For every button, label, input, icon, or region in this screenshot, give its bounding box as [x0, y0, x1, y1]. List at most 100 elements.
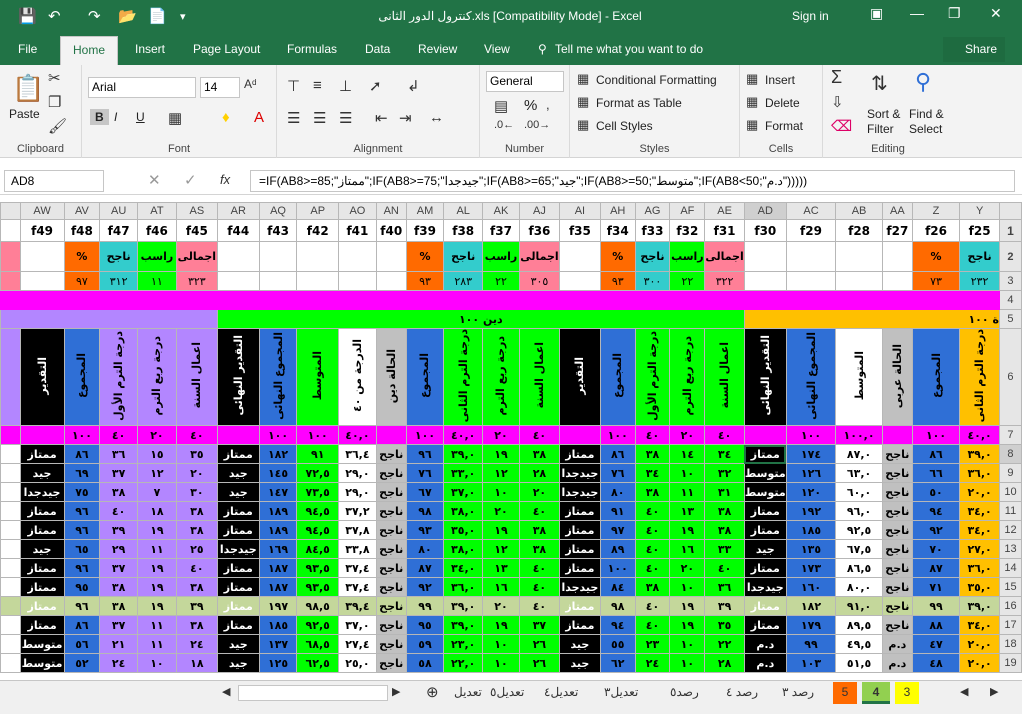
column-title-cell[interactable]: اعمال السنة: [704, 327, 745, 427]
edge-cell[interactable]: [0, 520, 21, 541]
format-painter-icon[interactable]: 🖌: [48, 117, 67, 135]
data-cell[interactable]: ناجح: [881, 558, 913, 579]
edge-cell[interactable]: [0, 577, 21, 598]
separator-cell[interactable]: [375, 290, 407, 310]
data-cell[interactable]: ٢٧,٠: [959, 539, 1000, 560]
data-cell[interactable]: ٧٥: [63, 482, 101, 503]
column-title-cell[interactable]: التقدير: [558, 327, 601, 427]
empty-cell[interactable]: [19, 271, 65, 291]
field-name-cell[interactable]: f45: [175, 219, 218, 242]
sheet-tab-edit3[interactable]: تعديل٣: [598, 682, 644, 704]
data-cell[interactable]: ٣٩: [175, 596, 218, 617]
data-cell[interactable]: ١٩: [482, 520, 520, 541]
data-cell[interactable]: ناجح: [375, 558, 407, 579]
data-cell[interactable]: ٣٦: [99, 444, 138, 465]
data-cell[interactable]: ممتاز: [216, 577, 260, 598]
data-cell[interactable]: متوسط: [19, 634, 65, 655]
sheet-tab-edit[interactable]: تعديل: [448, 682, 488, 704]
sign-in-link[interactable]: Sign in: [792, 9, 829, 23]
align-middle-icon[interactable]: ≡: [313, 77, 322, 94]
data-cell[interactable]: ٣١: [704, 482, 745, 503]
data-cell[interactable]: ١٢٦: [785, 463, 837, 484]
empty-cell[interactable]: [835, 271, 883, 291]
data-cell[interactable]: ٥٨: [405, 653, 445, 674]
column-header[interactable]: AI: [558, 202, 601, 220]
data-cell[interactable]: ٢٧,٤: [338, 634, 377, 655]
subject-purple-cell[interactable]: [0, 309, 218, 329]
summary-edge-cell[interactable]: [0, 241, 21, 272]
edge-cell[interactable]: [0, 634, 21, 655]
sheet-tab-edit5[interactable]: تعديل٥: [484, 682, 530, 704]
max-mark-empty[interactable]: [558, 425, 601, 446]
data-cell[interactable]: ناجح: [881, 577, 913, 598]
max-mark-empty[interactable]: [0, 425, 21, 446]
data-cell[interactable]: ١٣٧: [258, 634, 298, 655]
data-cell[interactable]: ٢٣,٠: [443, 634, 484, 655]
column-header[interactable]: AK: [482, 202, 520, 220]
data-cell[interactable]: ٣٣,٠: [443, 463, 484, 484]
max-mark-cell[interactable]: ١٠٠: [296, 425, 340, 446]
summary-label-cell[interactable]: اجمالى: [518, 241, 560, 272]
data-cell[interactable]: ٢٩: [99, 539, 138, 560]
align-bottom-icon[interactable]: ⊥: [339, 77, 352, 95]
align-center-icon[interactable]: ☰: [313, 109, 326, 127]
column-header[interactable]: AC: [785, 202, 837, 220]
empty-cell[interactable]: [338, 241, 377, 272]
max-mark-cell[interactable]: ٤٠,٠: [443, 425, 484, 446]
summary-count-cell[interactable]: ٧٣: [911, 271, 961, 291]
max-mark-empty[interactable]: [743, 425, 787, 446]
scroll-right-icon[interactable]: ▶: [392, 685, 400, 698]
column-header[interactable]: AF: [669, 202, 706, 220]
column-title-cell[interactable]: درجة الترم الثانى: [959, 327, 1000, 427]
data-cell[interactable]: ١٩: [136, 520, 177, 541]
data-cell[interactable]: ٤٠: [634, 615, 671, 636]
data-cell[interactable]: ممتاز: [743, 520, 787, 541]
insert-function-icon[interactable]: fx: [220, 172, 230, 187]
data-cell[interactable]: ناجح: [375, 577, 407, 598]
data-cell[interactable]: ٢٠: [518, 482, 560, 503]
data-cell[interactable]: د.م: [881, 634, 913, 655]
data-cell[interactable]: ٣٧,٤: [338, 577, 377, 598]
data-cell[interactable]: ناجح: [881, 463, 913, 484]
summary-count-cell[interactable]: ٢٣٢: [959, 271, 1000, 291]
data-cell[interactable]: ٩١,٠: [835, 596, 883, 617]
data-cell[interactable]: ١٩: [136, 596, 177, 617]
data-cell[interactable]: ١٩: [669, 615, 706, 636]
field-name-cell[interactable]: f31: [704, 219, 745, 242]
data-cell[interactable]: ٨٧: [911, 558, 961, 579]
tab-data[interactable]: Data: [365, 42, 390, 56]
field-name-cell[interactable]: f35: [558, 219, 601, 242]
data-cell[interactable]: ١٤: [669, 444, 706, 465]
empty-cell[interactable]: [296, 271, 340, 291]
data-cell[interactable]: ممتاز: [558, 596, 601, 617]
data-cell[interactable]: ٣٦,٠: [959, 558, 1000, 579]
data-cell[interactable]: ٤٠: [634, 520, 671, 541]
data-cell[interactable]: ١٩: [482, 444, 520, 465]
data-cell[interactable]: ٣٥: [704, 615, 745, 636]
data-cell[interactable]: ممتاز: [743, 615, 787, 636]
data-cell[interactable]: ٨٠: [599, 482, 636, 503]
data-cell[interactable]: ١٧٩: [785, 615, 837, 636]
data-cell[interactable]: ٨٦: [911, 444, 961, 465]
tab-view[interactable]: View: [484, 42, 510, 56]
data-cell[interactable]: جيدجدا: [558, 577, 601, 598]
font-name-select[interactable]: Arial: [88, 77, 196, 98]
summary-label-cell[interactable]: %: [63, 241, 101, 272]
max-mark-cell[interactable]: ٤٠: [704, 425, 745, 446]
data-cell[interactable]: ٩٣,٥: [296, 558, 340, 579]
data-cell[interactable]: ٤٩,٥: [835, 634, 883, 655]
scroll-left-icon[interactable]: ◀: [222, 685, 230, 698]
data-cell[interactable]: ١٠: [482, 482, 520, 503]
data-cell[interactable]: ١٠: [669, 463, 706, 484]
max-mark-cell[interactable]: ٤٠: [99, 425, 138, 446]
active-cell[interactable]: ممتاز: [743, 444, 787, 465]
data-cell[interactable]: جيدجدا: [743, 577, 787, 598]
data-cell[interactable]: جيد: [558, 653, 601, 674]
data-cell[interactable]: ١٨٢: [785, 596, 837, 617]
max-mark-cell[interactable]: ٤٠: [518, 425, 560, 446]
field-name-cell[interactable]: f30: [743, 219, 787, 242]
data-cell[interactable]: ممتاز: [216, 596, 260, 617]
data-cell[interactable]: ١٦: [482, 577, 520, 598]
font-size-select[interactable]: 14: [200, 77, 240, 98]
data-cell[interactable]: ٣٨: [99, 482, 138, 503]
